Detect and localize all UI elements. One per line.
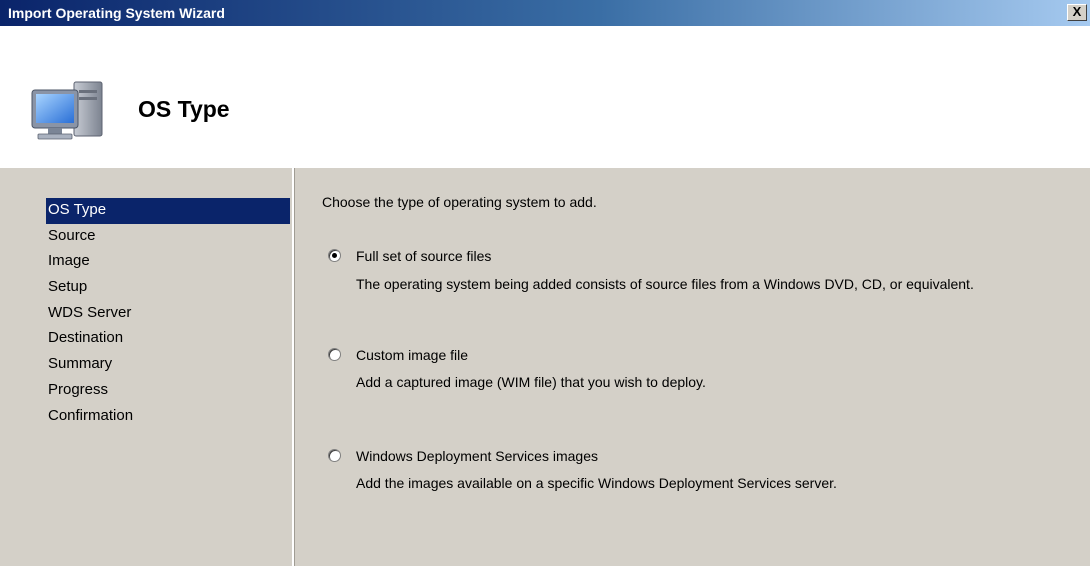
option-label[interactable]: Windows Deployment Services images: [356, 448, 598, 464]
radio-custom-image[interactable]: [328, 348, 341, 361]
wizard-window: Import Operating System Wizard X OS Type…: [0, 0, 1090, 566]
nav-item-os-type[interactable]: OS Type: [46, 198, 290, 224]
radio-wds-images[interactable]: [328, 449, 341, 462]
close-button[interactable]: X: [1067, 4, 1087, 21]
radio-selected-dot: [332, 253, 337, 258]
nav-item-wds-server[interactable]: WDS Server: [46, 301, 290, 327]
computer-icon: [31, 81, 103, 140]
instruction-text: Choose the type of operating system to a…: [322, 194, 597, 210]
radio-full-source[interactable]: [328, 249, 341, 262]
window-title: Import Operating System Wizard: [8, 5, 225, 21]
option-label[interactable]: Custom image file: [356, 347, 468, 363]
wizard-header: OS Type: [0, 26, 1090, 168]
nav-item-confirmation[interactable]: Confirmation: [46, 404, 290, 430]
option-label[interactable]: Full set of source files: [356, 248, 491, 264]
title-bar: Import Operating System Wizard X: [0, 0, 1090, 26]
nav-item-progress[interactable]: Progress: [46, 378, 290, 404]
wizard-nav-pane: OS Type Source Image Setup WDS Server De…: [8, 168, 294, 566]
wizard-body: OS Type Source Image Setup WDS Server De…: [0, 168, 1090, 566]
option-description: The operating system being added consist…: [356, 276, 974, 292]
nav-item-setup[interactable]: Setup: [46, 275, 290, 301]
page-title: OS Type: [138, 96, 230, 122]
nav-item-image[interactable]: Image: [46, 249, 290, 275]
nav-item-destination[interactable]: Destination: [46, 326, 290, 352]
wizard-content: Choose the type of operating system to a…: [297, 168, 1090, 566]
option-description: Add the images available on a specific W…: [356, 475, 837, 491]
option-description: Add a captured image (WIM file) that you…: [356, 374, 706, 390]
pane-divider: [294, 168, 295, 566]
nav-item-source[interactable]: Source: [46, 224, 290, 250]
wizard-steps-list: OS Type Source Image Setup WDS Server De…: [46, 198, 290, 429]
nav-item-summary[interactable]: Summary: [46, 352, 290, 378]
